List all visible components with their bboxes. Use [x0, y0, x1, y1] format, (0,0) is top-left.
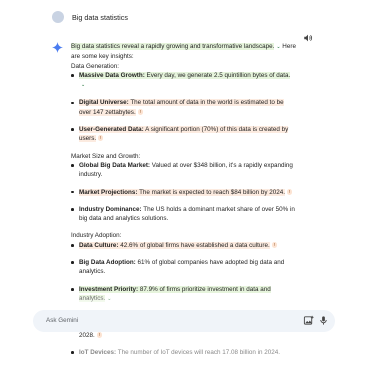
item-label: Big Data Adoption: [79, 259, 136, 267]
add-image-icon[interactable] [303, 315, 314, 326]
prompt-input-placeholder[interactable]: Ask Gemini [46, 317, 78, 324]
section-list: Global Big Data Market: Valued at over $… [71, 161, 296, 223]
list-item: Big Data Adoption: 61% of global compani… [71, 258, 296, 277]
speaker-icon[interactable] [303, 33, 313, 43]
bottom-fade [0, 292, 366, 310]
item-text[interactable]: 42.6% of global firms have established a… [118, 241, 270, 249]
section-list: Massive Data Growth: Every day, we gener… [71, 71, 296, 144]
item-label: Digital Universe: [79, 99, 129, 107]
item-text: The number of IoT devices will reach 17.… [116, 349, 281, 357]
section-heading: Market Size and Growth: [71, 152, 141, 160]
chevron-down-icon[interactable]: ⌄ [81, 81, 85, 90]
list-item: User-Generated Data: A significant porti… [71, 125, 296, 144]
source-chip-icon[interactable]: ! [96, 331, 103, 338]
intro-highlight[interactable]: Big data statistics reveal a rapidly gro… [71, 43, 275, 50]
section-heading: Data Generation: [71, 62, 119, 70]
prompt-input-bar[interactable]: Ask Gemini [33, 310, 335, 332]
user-query-row: Big data statistics [52, 11, 128, 23]
item-label: Global Big Data Market: [79, 161, 151, 169]
avatar [52, 11, 64, 23]
list-item: IoT Devices: The number of IoT devices w… [71, 348, 296, 357]
source-chip-icon[interactable]: ! [137, 108, 143, 115]
microphone-icon[interactable] [318, 315, 329, 326]
source-chip-icon[interactable]: ! [287, 188, 293, 195]
source-chip-icon[interactable]: ! [98, 135, 104, 142]
user-query-text: Big data statistics [72, 12, 128, 22]
item-label: IoT Devices: [79, 349, 117, 357]
list-item: Global Big Data Market: Valued at over $… [71, 161, 296, 180]
gemini-spark-icon [52, 42, 63, 53]
list-item: Data Culture: 42.6% of global firms have… [71, 241, 296, 250]
item-label: Market Projections: [79, 188, 138, 196]
item-text[interactable]: Every day, we generate 2.5 quintillion b… [144, 71, 291, 79]
item-label: User-Generated Data: [79, 126, 144, 134]
list-item: Industry Dominance: The US holds a domin… [71, 205, 296, 224]
item-label: Massive Data Growth: [79, 71, 145, 79]
list-item: Massive Data Growth: Every day, we gener… [71, 71, 296, 91]
source-chip-icon[interactable]: ! [271, 241, 278, 248]
item-text[interactable]: The market is expected to reach $84 bill… [137, 188, 286, 196]
response-intro: Big data statistics reveal a rapidly gro… [71, 42, 296, 62]
list-item: Digital Universe: The total amount of da… [71, 98, 296, 117]
list-item: Market Projections: The market is expect… [71, 188, 296, 197]
item-label: Data Culture: [79, 241, 119, 249]
item-label: Industry Dominance: [79, 205, 142, 213]
section-heading: Industry Adoption: [71, 232, 122, 240]
